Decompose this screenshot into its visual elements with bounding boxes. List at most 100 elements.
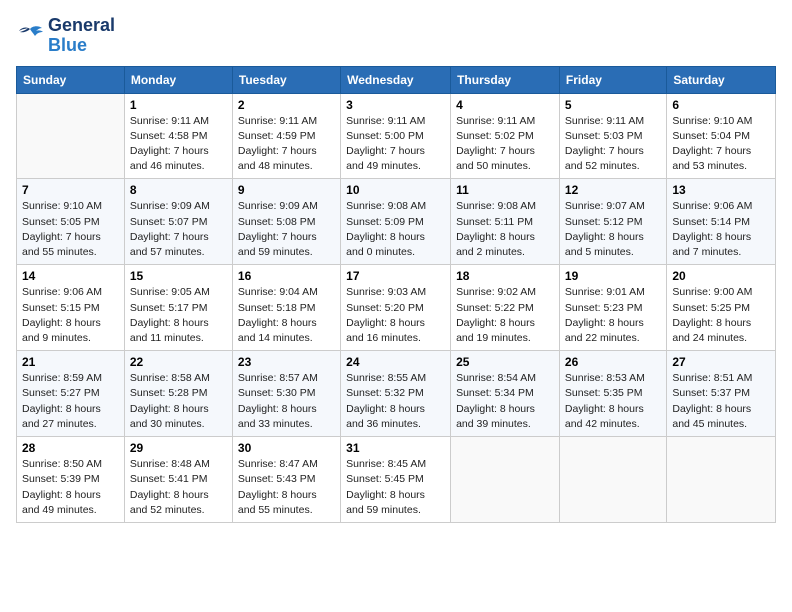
calendar-cell: 21 Sunrise: 8:59 AMSunset: 5:27 PMDayligh… xyxy=(17,351,125,437)
day-number: 1 xyxy=(130,98,227,112)
day-number: 15 xyxy=(130,269,227,283)
day-info: Sunrise: 8:47 AMSunset: 5:43 PMDaylight:… xyxy=(238,457,335,518)
day-info: Sunrise: 9:04 AMSunset: 5:18 PMDaylight:… xyxy=(238,285,335,346)
day-number: 12 xyxy=(565,183,661,197)
day-number: 24 xyxy=(346,355,445,369)
calendar-week-1: 1 Sunrise: 9:11 AMSunset: 4:58 PMDaylight… xyxy=(17,93,776,179)
day-info: Sunrise: 9:11 AMSunset: 5:03 PMDaylight:… xyxy=(565,114,661,175)
calendar-cell: 31 Sunrise: 8:45 AMSunset: 5:45 PMDayligh… xyxy=(341,437,451,523)
calendar-cell: 20 Sunrise: 9:00 AMSunset: 5:25 PMDayligh… xyxy=(667,265,776,351)
calendar-cell: 17Sunrise: 9:03 AMSunset: 5:20 PMDayligh… xyxy=(341,265,451,351)
day-info: Sunrise: 8:59 AMSunset: 5:27 PMDaylight:… xyxy=(22,371,119,432)
day-number: 19 xyxy=(565,269,661,283)
header-day-thursday: Thursday xyxy=(451,66,560,93)
day-info: Sunrise: 8:53 AMSunset: 5:35 PMDaylight:… xyxy=(565,371,661,432)
header-day-saturday: Saturday xyxy=(667,66,776,93)
day-info: Sunrise: 9:06 AMSunset: 5:15 PMDaylight:… xyxy=(22,285,119,346)
day-number: 16 xyxy=(238,269,335,283)
day-info: Sunrise: 8:45 AMSunset: 5:45 PMDaylight:… xyxy=(346,457,445,518)
calendar-cell: 9 Sunrise: 9:09 AMSunset: 5:08 PMDaylight… xyxy=(232,179,340,265)
day-info: Sunrise: 9:03 AMSunset: 5:20 PMDaylight:… xyxy=(346,285,445,346)
day-number: 9 xyxy=(238,183,335,197)
logo-icon xyxy=(16,25,44,47)
day-number: 18 xyxy=(456,269,554,283)
day-number: 22 xyxy=(130,355,227,369)
calendar-cell: 19Sunrise: 9:01 AMSunset: 5:23 PMDayligh… xyxy=(559,265,666,351)
header-day-friday: Friday xyxy=(559,66,666,93)
day-info: Sunrise: 9:07 AMSunset: 5:12 PMDaylight:… xyxy=(565,199,661,260)
day-info: Sunrise: 9:11 AMSunset: 4:58 PMDaylight:… xyxy=(130,114,227,175)
calendar-cell: 4 Sunrise: 9:11 AMSunset: 5:02 PMDaylight… xyxy=(451,93,560,179)
logo: General Blue xyxy=(16,16,115,56)
day-info: Sunrise: 9:10 AMSunset: 5:04 PMDaylight:… xyxy=(672,114,770,175)
calendar-cell: 14 Sunrise: 9:06 AMSunset: 5:15 PMDayligh… xyxy=(17,265,125,351)
calendar-cell: 1 Sunrise: 9:11 AMSunset: 4:58 PMDaylight… xyxy=(124,93,232,179)
calendar-week-3: 14 Sunrise: 9:06 AMSunset: 5:15 PMDayligh… xyxy=(17,265,776,351)
header-day-monday: Monday xyxy=(124,66,232,93)
calendar-cell: 27Sunrise: 8:51 AMSunset: 5:37 PMDayligh… xyxy=(667,351,776,437)
calendar-week-2: 7Sunrise: 9:10 AMSunset: 5:05 PMDaylight… xyxy=(17,179,776,265)
day-info: Sunrise: 9:08 AMSunset: 5:09 PMDaylight:… xyxy=(346,199,445,260)
day-number: 10 xyxy=(346,183,445,197)
day-info: Sunrise: 8:51 AMSunset: 5:37 PMDaylight:… xyxy=(672,371,770,432)
day-info: Sunrise: 9:10 AMSunset: 5:05 PMDaylight:… xyxy=(22,199,119,260)
calendar-cell: 25 Sunrise: 8:54 AMSunset: 5:34 PMDayligh… xyxy=(451,351,560,437)
day-info: Sunrise: 9:09 AMSunset: 5:07 PMDaylight:… xyxy=(130,199,227,260)
day-number: 25 xyxy=(456,355,554,369)
header-day-tuesday: Tuesday xyxy=(232,66,340,93)
day-number: 20 xyxy=(672,269,770,283)
day-number: 5 xyxy=(565,98,661,112)
calendar-cell xyxy=(667,437,776,523)
calendar-cell: 23Sunrise: 8:57 AMSunset: 5:30 PMDayligh… xyxy=(232,351,340,437)
day-number: 30 xyxy=(238,441,335,455)
calendar-cell: 26Sunrise: 8:53 AMSunset: 5:35 PMDayligh… xyxy=(559,351,666,437)
day-info: Sunrise: 9:05 AMSunset: 5:17 PMDaylight:… xyxy=(130,285,227,346)
calendar-cell: 12 Sunrise: 9:07 AMSunset: 5:12 PMDayligh… xyxy=(559,179,666,265)
calendar-body: 1 Sunrise: 9:11 AMSunset: 4:58 PMDaylight… xyxy=(17,93,776,522)
day-number: 4 xyxy=(456,98,554,112)
day-info: Sunrise: 8:55 AMSunset: 5:32 PMDaylight:… xyxy=(346,371,445,432)
header-day-wednesday: Wednesday xyxy=(341,66,451,93)
day-number: 21 xyxy=(22,355,119,369)
calendar-cell: 2 Sunrise: 9:11 AMSunset: 4:59 PMDaylight… xyxy=(232,93,340,179)
day-info: Sunrise: 8:54 AMSunset: 5:34 PMDaylight:… xyxy=(456,371,554,432)
day-number: 6 xyxy=(672,98,770,112)
calendar-cell xyxy=(559,437,666,523)
calendar-cell: 11 Sunrise: 9:08 AMSunset: 5:11 PMDayligh… xyxy=(451,179,560,265)
day-info: Sunrise: 8:50 AMSunset: 5:39 PMDaylight:… xyxy=(22,457,119,518)
header-day-sunday: Sunday xyxy=(17,66,125,93)
calendar-cell: 22 Sunrise: 8:58 AMSunset: 5:28 PMDayligh… xyxy=(124,351,232,437)
logo-text: General Blue xyxy=(48,16,115,56)
calendar-table: SundayMondayTuesdayWednesdayThursdayFrid… xyxy=(16,66,776,523)
calendar-cell: 28 Sunrise: 8:50 AMSunset: 5:39 PMDayligh… xyxy=(17,437,125,523)
day-number: 2 xyxy=(238,98,335,112)
day-info: Sunrise: 8:48 AMSunset: 5:41 PMDaylight:… xyxy=(130,457,227,518)
calendar-week-5: 28 Sunrise: 8:50 AMSunset: 5:39 PMDayligh… xyxy=(17,437,776,523)
day-number: 11 xyxy=(456,183,554,197)
day-info: Sunrise: 9:11 AMSunset: 4:59 PMDaylight:… xyxy=(238,114,335,175)
day-number: 31 xyxy=(346,441,445,455)
day-info: Sunrise: 9:06 AMSunset: 5:14 PMDaylight:… xyxy=(672,199,770,260)
calendar-cell: 13Sunrise: 9:06 AMSunset: 5:14 PMDayligh… xyxy=(667,179,776,265)
calendar-cell: 8 Sunrise: 9:09 AMSunset: 5:07 PMDaylight… xyxy=(124,179,232,265)
calendar-cell: 16 Sunrise: 9:04 AMSunset: 5:18 PMDayligh… xyxy=(232,265,340,351)
calendar-header-row: SundayMondayTuesdayWednesdayThursdayFrid… xyxy=(17,66,776,93)
calendar-cell xyxy=(17,93,125,179)
calendar-cell: 10 Sunrise: 9:08 AMSunset: 5:09 PMDayligh… xyxy=(341,179,451,265)
day-number: 14 xyxy=(22,269,119,283)
day-info: Sunrise: 9:09 AMSunset: 5:08 PMDaylight:… xyxy=(238,199,335,260)
day-info: Sunrise: 9:00 AMSunset: 5:25 PMDaylight:… xyxy=(672,285,770,346)
day-info: Sunrise: 8:58 AMSunset: 5:28 PMDaylight:… xyxy=(130,371,227,432)
day-info: Sunrise: 9:11 AMSunset: 5:02 PMDaylight:… xyxy=(456,114,554,175)
page-header: General Blue xyxy=(16,16,776,56)
day-info: Sunrise: 9:02 AMSunset: 5:22 PMDaylight:… xyxy=(456,285,554,346)
calendar-cell: 30 Sunrise: 8:47 AMSunset: 5:43 PMDayligh… xyxy=(232,437,340,523)
day-number: 29 xyxy=(130,441,227,455)
day-number: 28 xyxy=(22,441,119,455)
day-number: 8 xyxy=(130,183,227,197)
day-number: 3 xyxy=(346,98,445,112)
day-info: Sunrise: 8:57 AMSunset: 5:30 PMDaylight:… xyxy=(238,371,335,432)
day-info: Sunrise: 9:08 AMSunset: 5:11 PMDaylight:… xyxy=(456,199,554,260)
day-info: Sunrise: 9:11 AMSunset: 5:00 PMDaylight:… xyxy=(346,114,445,175)
calendar-cell: 18 Sunrise: 9:02 AMSunset: 5:22 PMDayligh… xyxy=(451,265,560,351)
